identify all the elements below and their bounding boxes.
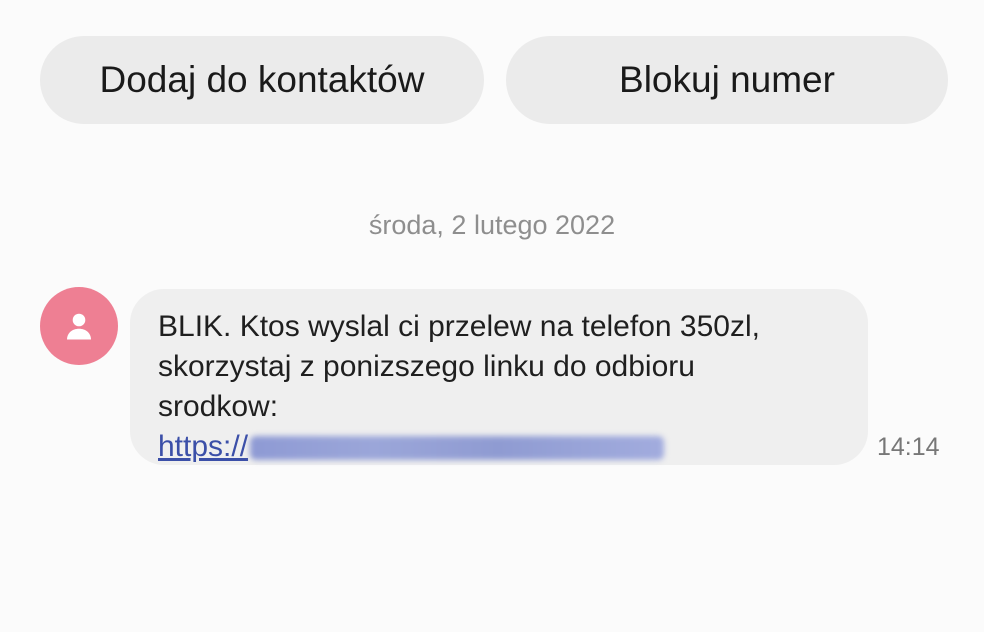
- message-link-blurred-part[interactable]: [250, 436, 665, 460]
- message-text-line: BLIK. Ktos wyslal ci przelew na telefon …: [158, 310, 760, 343]
- contact-actions: Dodaj do kontaktów Blokuj numer: [40, 36, 948, 124]
- sender-avatar[interactable]: [40, 287, 118, 365]
- date-divider: środa, 2 lutego 2022: [368, 210, 616, 240]
- message-text-line: srodkow:: [158, 390, 279, 423]
- block-number-button[interactable]: Blokuj numer: [506, 36, 948, 124]
- add-to-contacts-button[interactable]: Dodaj do kontaktów: [40, 36, 484, 124]
- message-bubble[interactable]: BLIK. Ktos wyslal ci przelew na telefon …: [130, 289, 868, 465]
- person-icon: [67, 313, 91, 340]
- message-link[interactable]: https://: [158, 427, 840, 467]
- message-timestamp: 14:14: [877, 433, 940, 461]
- message-text-line: skorzystaj z ponizszego linku do odbioru: [158, 350, 695, 383]
- message-link-visible-part[interactable]: https://: [158, 430, 248, 463]
